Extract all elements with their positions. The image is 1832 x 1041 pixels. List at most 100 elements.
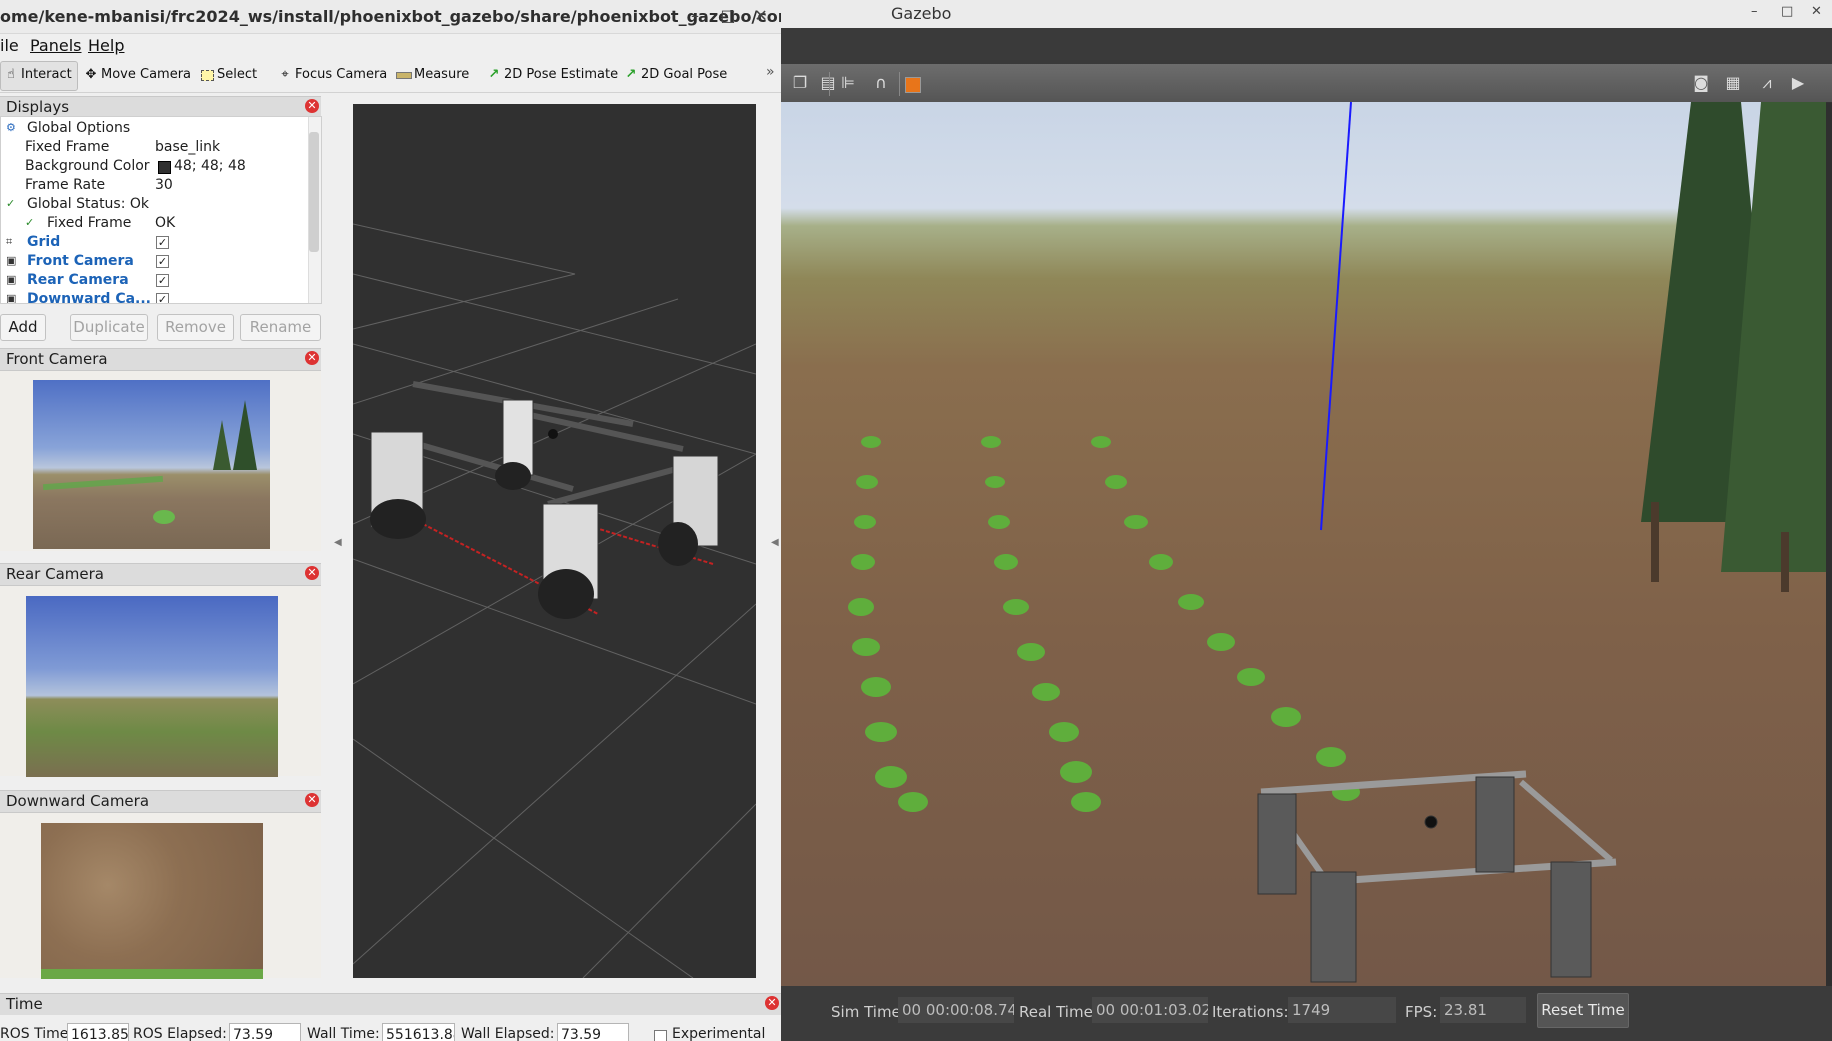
close-icon[interactable]: ✕: [765, 996, 779, 1010]
rename-button[interactable]: Rename: [240, 314, 321, 341]
collapse-left-icon[interactable]: ◀: [334, 537, 342, 548]
crop-row-middle: [981, 436, 1101, 812]
log-icon[interactable]: ▦: [1722, 72, 1744, 94]
collapse-right-icon[interactable]: ◀: [771, 537, 779, 548]
rear-camera-panel-title: Rear Camera: [6, 565, 104, 583]
rviz-title-bar: ome/kene-mbanisi/frc2024_ws/install/phoe…: [0, 0, 781, 34]
minimize-icon[interactable]: –: [1751, 4, 1758, 19]
rviz-3d-viewport[interactable]: [353, 104, 756, 978]
rear-camera-checkbox[interactable]: ✓: [156, 274, 169, 287]
tool-2d-goal-pose-label: 2D Goal Pose: [641, 67, 728, 82]
displays-scrollbar-thumb[interactable]: [309, 132, 319, 252]
front-camera-panel-header: Front Camera ✕: [0, 348, 321, 371]
downward-camera-checkbox[interactable]: ✓: [156, 293, 169, 303]
tree-row-frame-rate[interactable]: Frame Rate 30: [1, 176, 307, 195]
video-record-icon[interactable]: ▶: [1787, 72, 1809, 94]
close-icon[interactable]: ✕: [305, 566, 319, 580]
tool-2d-goal-pose-button[interactable]: ↗ 2D Goal Pose: [623, 63, 728, 87]
pine-trees: [1641, 102, 1826, 592]
tool-interact-label: Interact: [21, 67, 72, 82]
hand-icon: ☝: [7, 67, 15, 82]
displays-panel-title: Displays: [6, 98, 70, 116]
goal-arrow-icon: ↗: [625, 67, 637, 82]
gazebo-menu-strip: [781, 28, 1832, 64]
remove-button[interactable]: Remove: [157, 314, 234, 341]
gazebo-3d-scene[interactable]: [781, 102, 1826, 986]
front-camera-panel-title: Front Camera: [6, 350, 108, 368]
tool-measure-button[interactable]: Measure: [396, 63, 469, 87]
wall-elapsed-field[interactable]: 73.59: [557, 1023, 629, 1041]
toolbar-overflow-icon[interactable]: »: [766, 64, 775, 80]
tree-row-fixed-frame[interactable]: Fixed Frame base_link: [1, 138, 307, 157]
menu-file[interactable]: ile: [0, 36, 19, 55]
real-time-label: Real Time:: [1019, 1003, 1098, 1021]
global-status-label: Global Status: Ok: [27, 196, 150, 212]
grid-display-label: Grid: [27, 234, 61, 250]
tool-move-camera-button[interactable]: ✥ Move Camera: [83, 63, 191, 87]
close-icon[interactable]: ✕: [749, 4, 773, 28]
tool-measure-label: Measure: [414, 67, 470, 82]
wall-time-label: Wall Time:: [307, 1026, 380, 1041]
front-camera-image: [33, 380, 270, 549]
color-swatch[interactable]: [158, 161, 171, 174]
frame-rate-value[interactable]: 30: [155, 177, 173, 193]
ros-time-field[interactable]: 1613.85: [67, 1023, 129, 1041]
tree-row-background-color[interactable]: Background Color 48; 48; 48: [1, 157, 307, 176]
separator: [899, 72, 900, 96]
duplicate-button[interactable]: Duplicate: [70, 314, 148, 341]
wall-time-field[interactable]: 551613.88: [382, 1023, 455, 1041]
camera-display-icon: ▣: [6, 254, 17, 267]
add-button[interactable]: Add: [0, 314, 46, 341]
reset-time-button[interactable]: Reset Time: [1537, 993, 1629, 1028]
tool-focus-camera-label: Focus Camera: [295, 67, 388, 82]
menu-panels[interactable]: Panels: [30, 36, 82, 55]
grid-checkbox[interactable]: ✓: [156, 236, 169, 249]
time-panel-header: Time ✕: [0, 993, 781, 1015]
ros-elapsed-field[interactable]: 73.59: [229, 1023, 301, 1041]
copy-icon[interactable]: ❐: [789, 72, 811, 94]
tree-row-rear-camera[interactable]: ▣ Rear Camera ✓: [1, 271, 307, 290]
tool-focus-camera-button[interactable]: ⌖ Focus Camera: [277, 63, 387, 87]
displays-tree[interactable]: ⚙ Global Options Fixed Frame base_link B…: [0, 116, 322, 304]
tree-row-front-camera[interactable]: ▣ Front Camera ✓: [1, 252, 307, 271]
grass-strip: [41, 969, 263, 979]
background-color-value[interactable]: 48; 48; 48: [174, 158, 246, 174]
close-icon[interactable]: ✕: [305, 793, 319, 807]
gazebo-title-bar: Gazebo – □ ✕: [781, 0, 1832, 28]
gazebo-robot: [1257, 770, 1617, 983]
close-icon[interactable]: ✕: [305, 99, 319, 113]
paste-icon[interactable]: ▤: [817, 72, 839, 94]
z-axis-line: [1320, 102, 1352, 531]
align-icon[interactable]: ⊫: [837, 72, 859, 94]
gazebo-scene-render: [848, 102, 1826, 983]
snap-icon[interactable]: ∩: [870, 72, 892, 94]
ruler-icon: [396, 63, 412, 87]
frame-rate-label: Frame Rate: [25, 177, 106, 193]
crop-row-right: [1091, 436, 1360, 801]
change-view-icon[interactable]: [905, 77, 921, 93]
tool-interact-button[interactable]: ☝ Interact: [0, 61, 78, 91]
tree: [233, 400, 257, 470]
tool-select-button[interactable]: Select: [199, 63, 257, 87]
maximize-icon[interactable]: □: [716, 4, 740, 28]
fixed-frame-value[interactable]: base_link: [155, 139, 220, 155]
tool-select-label: Select: [217, 67, 258, 82]
screenshot-icon[interactable]: ◙: [1690, 72, 1712, 94]
tree-row-global-options[interactable]: ⚙ Global Options: [1, 119, 307, 138]
close-icon[interactable]: ✕: [1811, 4, 1822, 19]
plot-icon[interactable]: ⩘: [1756, 72, 1778, 94]
front-camera-display-label: Front Camera: [27, 253, 134, 269]
close-icon[interactable]: ✕: [305, 351, 319, 365]
tree-row-global-status[interactable]: ✓ Global Status: Ok: [1, 195, 307, 214]
menu-help[interactable]: Help: [88, 36, 124, 55]
experimental-checkbox[interactable]: [654, 1030, 667, 1041]
minimize-icon[interactable]: –: [683, 4, 707, 28]
front-camera-checkbox[interactable]: ✓: [156, 255, 169, 268]
maximize-icon[interactable]: □: [1781, 4, 1793, 19]
tool-2d-pose-estimate-button[interactable]: ↗ 2D Pose Estimate: [486, 63, 619, 87]
tree-row-grid[interactable]: ⌗ Grid ✓: [1, 233, 307, 252]
tree-row-downward-camera[interactable]: ▣ Downward Ca... ✓: [1, 290, 307, 303]
crop-plant: [153, 510, 175, 524]
tool-2d-pose-estimate-label: 2D Pose Estimate: [504, 67, 619, 82]
tree-row-status-fixed-frame[interactable]: ✓ Fixed Frame OK: [1, 214, 307, 233]
